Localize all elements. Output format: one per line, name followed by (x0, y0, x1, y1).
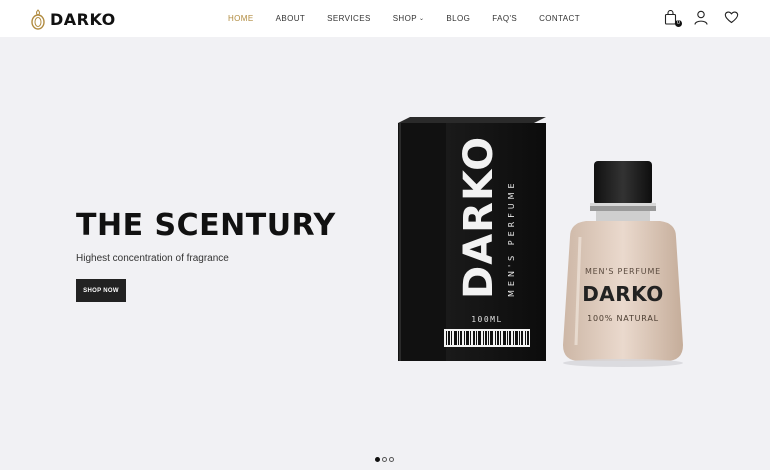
shop-now-button[interactable]: SHOP NOW (76, 279, 126, 302)
slider-dots (375, 457, 396, 462)
nav-home-label: HOME (228, 13, 254, 23)
perfume-logo-icon (31, 9, 45, 30)
bottle-claim-text: 100% NATURAL (587, 314, 659, 323)
header-icons: 0 (664, 9, 740, 27)
nav-services-label: SERVICES (327, 13, 371, 23)
user-icon (694, 10, 708, 25)
nav-services[interactable]: SERVICES (327, 12, 371, 24)
nav-contact[interactable]: CONTACT (539, 12, 580, 24)
bottle-brand-text: DARKO (582, 282, 664, 306)
hero-title: THE SCENTURY (76, 208, 336, 243)
nav-about-label: ABOUT (275, 13, 306, 23)
account-button[interactable] (694, 10, 710, 26)
perfume-bottle: MEN'S PERFUME DARKO 100% NATURAL (563, 161, 683, 367)
nav-faqs[interactable]: FAQ'S (492, 12, 517, 24)
wishlist-button[interactable] (724, 10, 740, 26)
slider-dot-3[interactable] (389, 457, 394, 462)
nav-blog-label: BLOG (446, 13, 471, 23)
nav-home[interactable]: HOME (228, 12, 254, 24)
hero-product-image: DARKO MEN'S PERFUME 100ML MEN'S PERFUME … (380, 105, 710, 375)
slider-dot-1[interactable] (375, 457, 380, 462)
nav-shop[interactable]: SHOP ⌄ (393, 12, 425, 24)
box-volume-text: 100ML (471, 315, 503, 324)
box-tagline-text: MEN'S PERFUME (507, 179, 516, 297)
hero-subtitle: Highest concentration of fragrance (76, 253, 229, 264)
perfume-illustration: DARKO MEN'S PERFUME 100ML MEN'S PERFUME … (398, 117, 683, 367)
cart-button[interactable]: 0 (664, 9, 682, 27)
main-nav: HOME ABOUT SERVICES SHOP ⌄ BLOG FAQ'S CO… (228, 12, 580, 24)
cart-count-badge: 0 (675, 20, 682, 27)
slider-dot-2[interactable] (382, 457, 387, 462)
chevron-down-icon: ⌄ (418, 15, 425, 22)
barcode-icon (444, 329, 530, 347)
perfume-box: DARKO MEN'S PERFUME 100ML (398, 117, 546, 361)
nav-about[interactable]: ABOUT (276, 12, 306, 24)
bottle-tagline-text: MEN'S PERFUME (585, 267, 661, 276)
nav-faqs-label: FAQ'S (492, 13, 518, 23)
nav-blog[interactable]: BLOG (446, 12, 470, 24)
box-brand-text: DARKO (456, 136, 502, 299)
heart-icon (724, 11, 739, 24)
site-logo[interactable]: DARKO (30, 8, 116, 30)
nav-contact-label: CONTACT (539, 13, 580, 23)
site-header: DARKO HOME ABOUT SERVICES SHOP ⌄ BLOG FA… (0, 0, 770, 37)
logo-text: DARKO (50, 9, 116, 29)
nav-shop-label: SHOP (392, 13, 417, 23)
